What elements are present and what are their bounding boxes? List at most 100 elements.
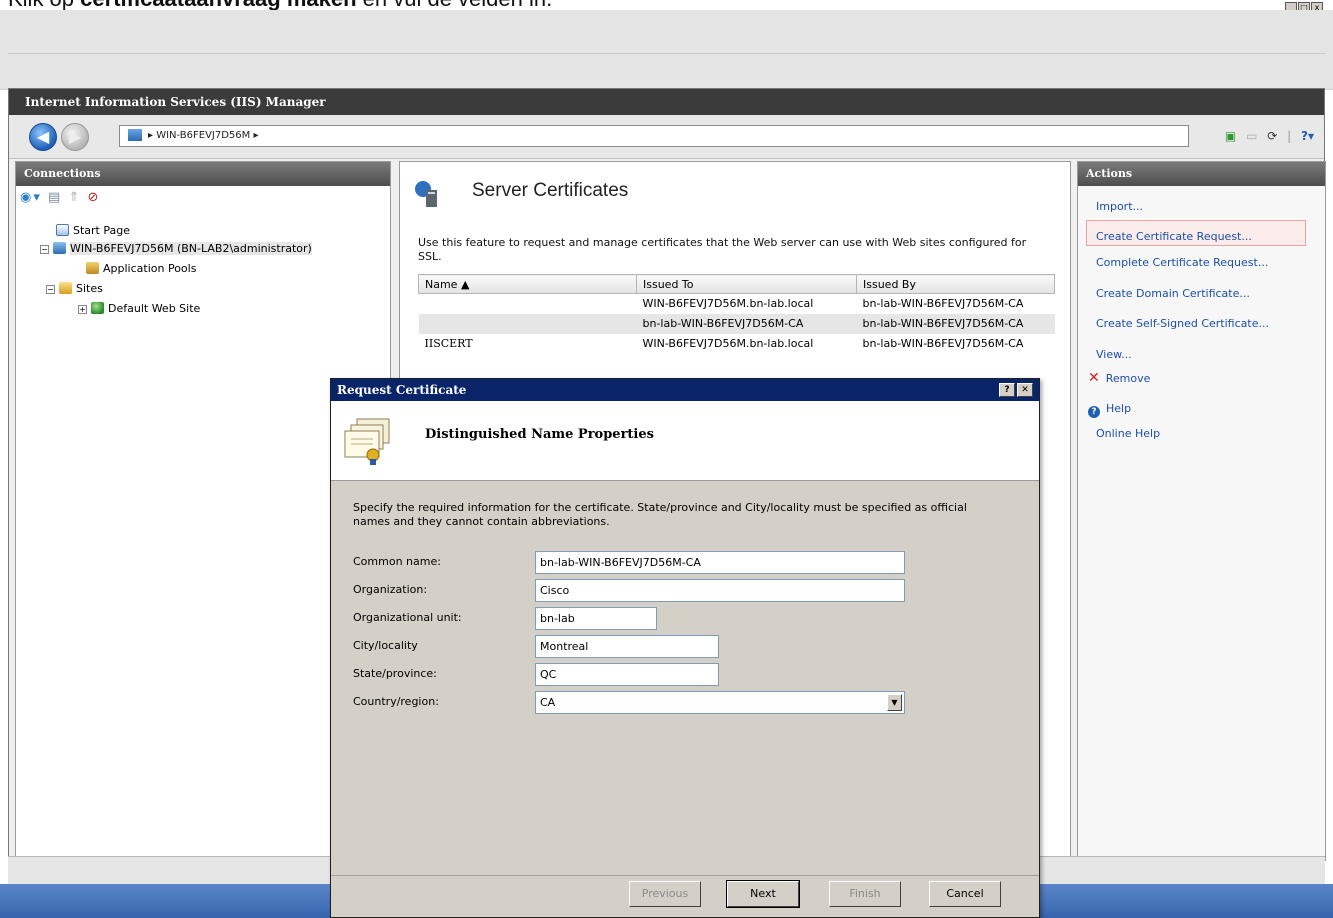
column-header-name[interactable]: Name ▲	[418, 274, 637, 294]
cancel-button[interactable]: Cancel	[929, 881, 1001, 907]
state-province-input[interactable]	[535, 663, 719, 686]
refresh-icon[interactable]: ⟳	[1267, 129, 1277, 143]
server-icon	[53, 242, 66, 254]
tree-label: Start Page	[73, 224, 130, 237]
certificate-icon	[343, 417, 393, 465]
dialog-description: Specify the required information for the…	[353, 501, 967, 528]
navigation-bar: ◀ ▶ ▸ WIN-B6FEVJ7D56M ▸ ▣ ▭ ⟳ | ?▾	[9, 115, 1324, 159]
column-header-issued-by[interactable]: Issued By	[856, 274, 1055, 294]
cell-issued-by: bn-lab-WIN-B6FEVJ7D56M-CA	[862, 337, 1024, 350]
request-certificate-dialog: Request Certificate ? ✕ Distinguished Na…	[330, 378, 1040, 918]
dialog-help-button[interactable]: ?	[999, 383, 1015, 397]
common-name-input[interactable]	[535, 551, 905, 574]
delete-connection-icon[interactable]: ⊘	[88, 190, 101, 205]
help-icon[interactable]: ?▾	[1301, 129, 1314, 143]
save-icon[interactable]: ▤	[48, 190, 62, 205]
actions-title: Actions	[1078, 162, 1325, 186]
cell-name: IISCERT	[424, 337, 473, 350]
connections-title: Connections	[16, 162, 390, 186]
help-label: Help	[1106, 402, 1132, 415]
application-pools-icon	[86, 262, 99, 274]
chevron-down-icon[interactable]: ▼	[887, 694, 902, 711]
column-header-issued-to[interactable]: Issued To	[636, 274, 857, 294]
collapse-icon[interactable]: −	[40, 245, 49, 254]
table-header-row: Name ▲ Issued To Issued By	[418, 274, 1055, 294]
create-self-signed-certificate-link[interactable]: Create Self-Signed Certificate...	[1096, 317, 1269, 330]
city-locality-input[interactable]	[535, 635, 719, 658]
tree-default-web-site[interactable]: + Default Web Site	[78, 302, 200, 315]
country-region-select[interactable]: CA ▼	[535, 691, 905, 714]
remove-icon: ✕	[1088, 370, 1100, 386]
connections-toolbar: ◉▾ ▤ ⇑ ⊘	[20, 190, 100, 210]
tree-label: WIN-B6FEVJ7D56M (BN-LAB2\administrator)	[70, 242, 312, 255]
address-separator: ▸	[250, 130, 259, 141]
desktop-background	[0, 10, 1333, 90]
organizational-unit-label: Organizational unit:	[353, 611, 462, 624]
city-locality-label: City/locality	[353, 639, 418, 652]
organization-label: Organization:	[353, 583, 428, 596]
stop-icon[interactable]: ▭	[1246, 129, 1257, 143]
tree-sites[interactable]: − Sites	[46, 282, 103, 295]
table-row[interactable]: WIN-B6FEVJ7D56M.bn-lab.local bn-lab-WIN-…	[419, 294, 1055, 314]
expand-icon[interactable]: +	[78, 305, 87, 314]
online-help-link[interactable]: Online Help	[1096, 427, 1160, 440]
forward-button[interactable]: ▶	[61, 123, 89, 151]
cell-issued-to: WIN-B6FEVJ7D56M.bn-lab.local	[642, 297, 814, 311]
organizational-unit-input[interactable]	[535, 607, 657, 630]
create-domain-certificate-link[interactable]: Create Domain Certificate...	[1096, 287, 1250, 300]
window-title: Internet Information Services (IIS) Mana…	[9, 89, 1324, 115]
tree-application-pools[interactable]: Application Pools	[86, 262, 196, 275]
view-link[interactable]: View...	[1096, 348, 1132, 361]
state-province-label: State/province:	[353, 667, 437, 680]
dialog-footer-divider	[331, 875, 1039, 876]
instruction-caption: Klik op certificaataanvraag maken en vul…	[8, 0, 1008, 10]
back-button[interactable]: ◀	[29, 123, 57, 151]
organization-input[interactable]	[535, 579, 905, 602]
cell-issued-to: WIN-B6FEVJ7D56M.bn-lab.local	[642, 337, 814, 350]
address-separator: ▸	[148, 130, 157, 141]
dialog-title: Request Certificate	[331, 379, 1039, 401]
create-certificate-request-link[interactable]: Create Certificate Request...	[1096, 230, 1252, 243]
divider	[8, 53, 1325, 54]
tree-label: Default Web Site	[108, 302, 201, 315]
start-page-icon	[56, 224, 69, 236]
collapse-icon[interactable]: −	[46, 285, 55, 294]
help-link[interactable]: ? Help	[1088, 402, 1131, 418]
tree-server[interactable]: − WIN-B6FEVJ7D56M (BN-LAB2\administrator)	[40, 242, 312, 255]
common-name-label: Common name:	[353, 555, 441, 568]
connect-icon[interactable]: ▣	[1225, 129, 1236, 143]
table-row[interactable]: bn-lab-WIN-B6FEVJ7D56M-CA bn-lab-WIN-B6F…	[418, 313, 1055, 334]
connect-icon[interactable]: ◉▾	[20, 190, 42, 205]
finish-button[interactable]: Finish	[829, 881, 901, 907]
cell-name	[418, 313, 637, 334]
page-title: Server Certificates	[472, 180, 629, 201]
previous-button[interactable]: Previous	[629, 881, 701, 907]
table-row[interactable]: IISCERT WIN-B6FEVJ7D56M.bn-lab.local bn-…	[419, 334, 1055, 354]
cell-name	[419, 294, 637, 314]
globe-icon	[91, 302, 104, 314]
remove-link[interactable]: ✕ Remove	[1088, 370, 1150, 386]
dialog-close-button[interactable]: ✕	[1017, 383, 1033, 397]
country-region-label: Country/region:	[353, 695, 439, 708]
cell-issued-to: bn-lab-WIN-B6FEVJ7D56M-CA	[636, 313, 857, 334]
import-link[interactable]: Import...	[1096, 200, 1143, 213]
address-server[interactable]: WIN-B6FEVJ7D56M	[156, 130, 250, 141]
server-certificates-icon	[414, 180, 440, 208]
sites-icon	[59, 282, 72, 294]
remove-label: Remove	[1105, 372, 1151, 385]
server-icon	[128, 129, 142, 141]
complete-certificate-request-link[interactable]: Complete Certificate Request...	[1096, 256, 1268, 269]
address-bar[interactable]: ▸ WIN-B6FEVJ7D56M ▸	[119, 125, 1189, 147]
tree-start-page[interactable]: Start Page	[56, 224, 130, 237]
dialog-header: Distinguished Name Properties	[331, 401, 1039, 481]
page-description: Use this feature to request and manage c…	[418, 236, 1027, 263]
divider: |	[1287, 129, 1292, 143]
nav-toolbar: ▣ ▭ ⟳ | ?▾	[1219, 129, 1314, 147]
cell-issued-by: bn-lab-WIN-B6FEVJ7D56M-CA	[856, 313, 1055, 334]
next-button[interactable]: Next	[726, 880, 800, 908]
certificates-table: Name ▲ Issued To Issued By WIN-B6FEVJ7D5…	[418, 274, 1055, 354]
up-icon[interactable]: ⇑	[68, 190, 81, 205]
tree-label: Sites	[76, 282, 103, 295]
tree-label: Application Pools	[103, 262, 197, 275]
cell-issued-by: bn-lab-WIN-B6FEVJ7D56M-CA	[862, 297, 1024, 311]
